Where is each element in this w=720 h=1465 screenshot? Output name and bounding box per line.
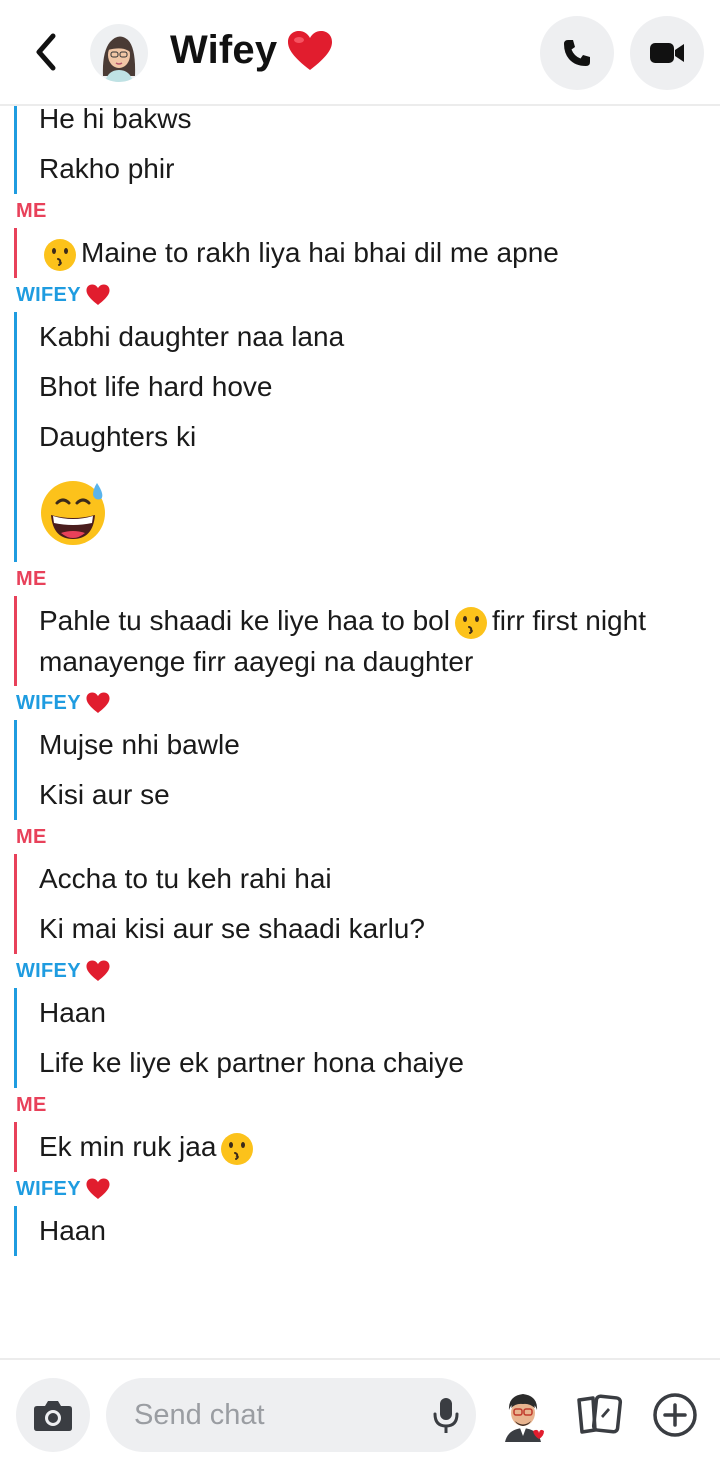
message-block-wifey: Mujse nhi bawle Kisi aur se [14,720,720,820]
message-text[interactable]: Haan [39,988,720,1038]
cards-button[interactable] [572,1388,626,1442]
message-text[interactable]: Rakho phir [39,144,720,194]
sender-name: WIFEY [16,691,81,714]
video-call-button[interactable] [630,16,704,90]
sender-label-wifey: WIFEY [0,686,720,720]
sender-label-wifey: WIFEY [0,278,720,312]
sender-label-me: ME [16,199,47,222]
message-text[interactable]: Accha to tu keh rahi hai [39,854,720,904]
sender-name: WIFEY [16,959,81,982]
bitmoji-button[interactable] [496,1388,550,1442]
message-block-me: Maine to rakh liya hai bhai dil me apne [14,228,720,278]
message-block-wifey: He hi bakws Rakho phir [14,106,720,194]
microphone-button[interactable] [428,1396,464,1436]
kissing-face-emoji-icon [454,606,487,639]
message-group: ME Pahle tu shaadi ke liye haa to bol fir… [0,562,720,686]
message-text[interactable]: Kabhi daughter naa lana [39,312,720,362]
message-text[interactable]: Pahle tu shaadi ke liye haa to bol firr f… [39,596,699,686]
chevron-left-icon [36,33,56,71]
message-text[interactable]: Mujse nhi bawle [39,720,720,770]
message-block-me: Accha to tu keh rahi hai Ki mai kisi aur… [14,854,720,954]
message-text[interactable]: Life ke liye ek partner hona chaiye [39,1038,720,1088]
red-heart-icon [86,692,110,713]
back-button[interactable] [24,30,68,74]
red-heart-icon [86,1178,110,1199]
message-group: ME Accha to tu keh rahi hai Ki mai kisi … [0,820,720,954]
message-text-content: Pahle tu shaadi ke liye haa to bol [39,605,450,636]
camera-icon [34,1401,72,1431]
add-button[interactable] [648,1388,702,1442]
message-text[interactable]: Kisi aur se [39,770,720,820]
message-block-me: Ek min ruk jaa [14,1122,720,1172]
contact-avatar[interactable] [90,24,148,82]
message-group: ME Ek min ruk jaa [0,1088,720,1172]
message-text[interactable]: He hi bakws [39,106,720,144]
message-group: WIFEY Kabhi daughter naa lana Bhot life … [0,278,720,562]
red-heart-icon [86,284,110,305]
call-button[interactable] [540,16,614,90]
message-text[interactable]: Ek min ruk jaa [39,1122,720,1172]
message-text[interactable]: Maine to rakh liya hai bhai dil me apne [39,228,720,278]
message-text-content: Maine to rakh liya hai bhai dil me apne [81,237,559,268]
camera-button[interactable] [16,1378,90,1452]
cards-icon [577,1394,623,1434]
message-group: ME Maine to rakh liya hai bhai dil me ap… [0,194,720,278]
microphone-icon [433,1398,459,1433]
message-text-content: Ek min ruk jaa [39,1131,217,1162]
message-group: He hi bakws Rakho phir [0,106,720,194]
message-group: WIFEY Haan Life ke liye ek partner hona … [0,954,720,1088]
message-text[interactable]: Daughters ki [39,412,720,462]
video-camera-icon [650,43,684,63]
red-heart-icon [86,960,110,981]
phone-icon [564,40,590,66]
message-group: WIFEY Haan [0,1172,720,1256]
message-text[interactable]: Bhot life hard hove [39,362,720,412]
sender-label-me: ME [16,825,47,848]
composer-bar [0,1358,720,1465]
message-block-wifey: Haan Life ke liye ek partner hona chaiye [14,988,720,1088]
bitmoji-avatar-icon [102,36,136,82]
sender-label-wifey: WIFEY [0,1172,720,1206]
kissing-face-emoji-icon [221,1132,254,1165]
chat-title[interactable]: Wifey [170,28,277,73]
sender-label-me: ME [16,567,47,590]
message-text[interactable]: Ki mai kisi aur se shaadi karlu? [39,904,720,954]
send-chat-input[interactable] [106,1378,476,1452]
sender-name: WIFEY [16,283,81,306]
sender-label-me: ME [16,1093,47,1116]
message-block-wifey: Kabhi daughter naa lana Bhot life hard h… [14,312,720,562]
plus-circle-icon [653,1393,697,1437]
grinning-sweat-emoji-icon [41,481,105,545]
emoji-message[interactable] [39,462,720,562]
red-heart-icon [288,30,333,70]
message-text[interactable]: Haan [39,1206,720,1256]
message-block-me: Pahle tu shaadi ke liye haa to bol firr f… [14,596,720,686]
chat-thread: He hi bakws Rakho phir ME Maine to rakh … [0,106,720,1358]
message-block-wifey: Haan [14,1206,720,1256]
sender-label-wifey: WIFEY [0,954,720,988]
chat-header: Wifey [0,0,720,106]
kissing-face-emoji-icon [44,238,76,271]
sender-name: WIFEY [16,1177,81,1200]
bitmoji-icon [505,1394,544,1442]
message-group: WIFEY Mujse nhi bawle Kisi aur se [0,686,720,820]
